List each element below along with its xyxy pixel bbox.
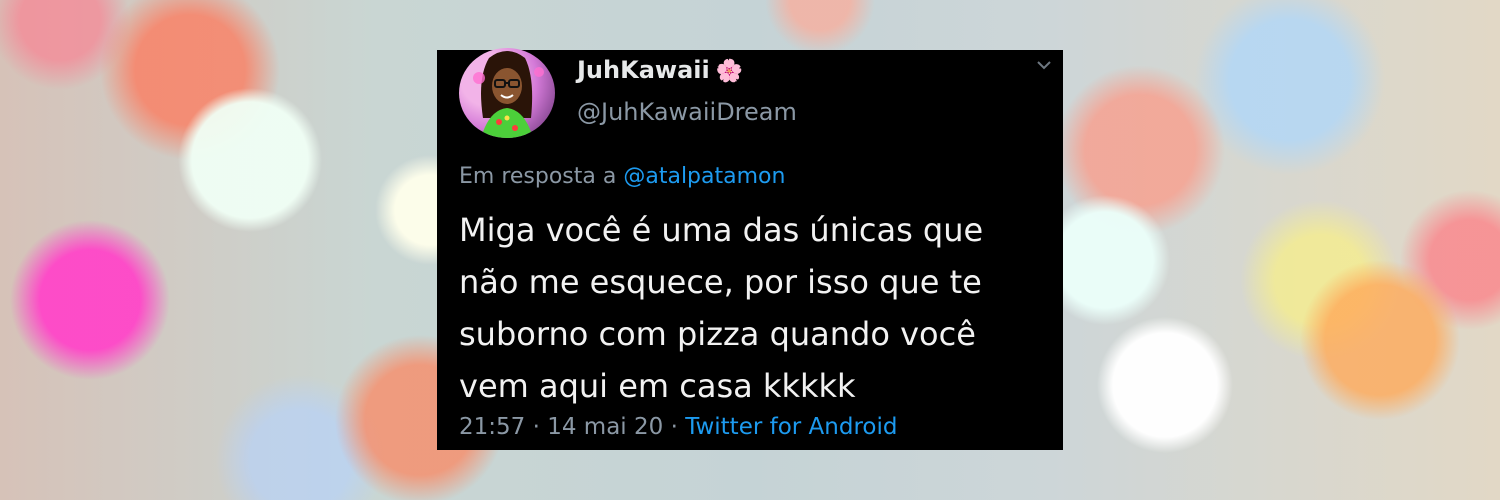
- tweet-date[interactable]: 14 mai 20: [547, 414, 663, 440]
- tweet-time: 21:57: [459, 414, 526, 440]
- tweet-card: JuhKawaii 🌸 @JuhKawaiiDream Em resposta a…: [437, 48, 1063, 450]
- display-name[interactable]: JuhKawaii 🌸: [577, 56, 743, 84]
- tweet-metadata: 21:57 · 14 mai 20 · Twitter for Android: [459, 414, 897, 440]
- tweet-text-line: suborno com pizza quando você: [459, 315, 976, 353]
- flower-emoji-icon: 🌸: [715, 59, 744, 84]
- tweet-text-line: vem aqui em casa kkkkk: [459, 367, 856, 405]
- reply-prefix: Em resposta a: [459, 164, 617, 189]
- display-name-text: JuhKawaii: [577, 56, 710, 84]
- reply-mention-link[interactable]: @atalpatamon: [623, 164, 785, 189]
- avatar-illustration: [473, 51, 544, 138]
- tweet-text-line: não me esquece, por isso que te: [459, 263, 982, 301]
- chevron-down-icon[interactable]: [1033, 54, 1055, 76]
- separator: ·: [670, 414, 678, 440]
- tweet-text-line: Miga você é uma das únicas que: [459, 211, 984, 249]
- tweet-client-link[interactable]: Twitter for Android: [685, 414, 897, 440]
- avatar[interactable]: [459, 48, 555, 138]
- reply-context: Em resposta a @atalpatamon: [459, 164, 785, 189]
- tweet-text: Miga você é uma das únicas que não me es…: [459, 204, 1049, 412]
- separator: ·: [532, 414, 540, 440]
- user-handle[interactable]: @JuhKawaiiDream: [577, 98, 797, 126]
